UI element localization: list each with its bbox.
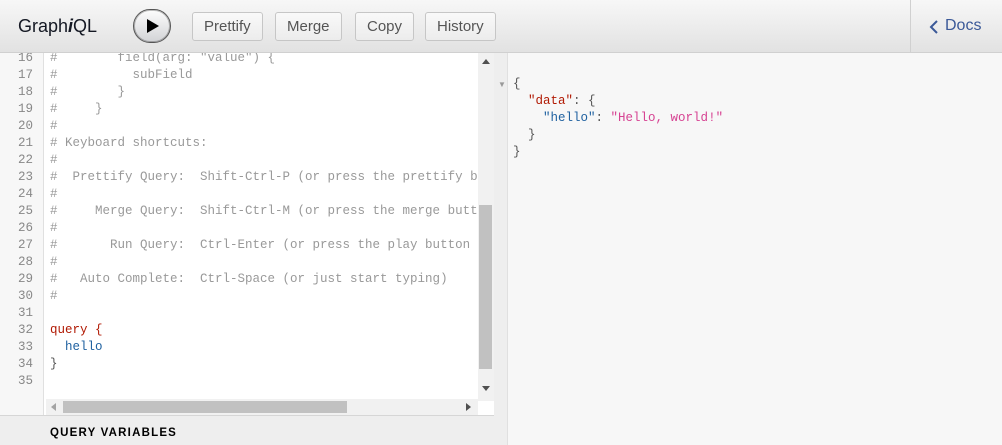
line-number: 34 (17, 357, 33, 371)
line-number: 22 (17, 153, 33, 167)
line-text: # Run Query: Ctrl-Enter (or press the pl… (50, 238, 478, 252)
vertical-scroll-thumb[interactable] (479, 205, 492, 369)
line-number: 35 (17, 374, 33, 388)
line-number: 29 (17, 272, 33, 286)
code-line[interactable]: 29 # Auto Complete: Ctrl-Space (or just s… (0, 271, 478, 288)
line-number: 27 (17, 238, 33, 252)
line-text: # subField (50, 68, 193, 82)
line-number: 18 (17, 85, 33, 99)
line-number: 28 (17, 255, 33, 269)
merge-button[interactable]: Merge (275, 12, 342, 41)
result-pane: { "data": { "hello": "Hello, world!" } } (509, 53, 1002, 445)
docs-area: Docs (910, 0, 1002, 53)
scroll-up-icon[interactable] (482, 59, 490, 64)
code-line[interactable]: 23 # Prettify Query: Shift-Ctrl-P (or pre… (0, 169, 478, 186)
editor-vertical-scrollbar[interactable] (478, 53, 494, 401)
code-line[interactable]: 25 # Merge Query: Shift-Ctrl-M (or press … (0, 203, 478, 220)
line-text: hello (50, 340, 103, 354)
code-line[interactable]: 24 # (0, 186, 478, 203)
docs-label: Docs (945, 17, 982, 34)
line-number: 32 (17, 323, 33, 337)
result-line: } (513, 145, 521, 159)
code-line[interactable]: 16 # field(arg: "value") { (0, 53, 478, 67)
line-number: 25 (17, 204, 33, 218)
copy-button[interactable]: Copy (355, 12, 415, 41)
code-line[interactable]: 32 query { (0, 322, 478, 339)
query-code[interactable]: 16 # field(arg: "value") { 17 # subField 18 #… (0, 53, 478, 401)
history-button[interactable]: History (425, 12, 496, 41)
code-line[interactable]: 20 # (0, 118, 478, 135)
line-text: # (50, 255, 58, 269)
result-line: "data": { (528, 94, 596, 108)
scroll-right-icon[interactable] (466, 403, 471, 411)
line-text: # } (50, 85, 126, 99)
code-line[interactable]: 33 hello (0, 339, 478, 356)
code-line[interactable]: 18 # } (0, 84, 478, 101)
line-text: # (50, 119, 58, 133)
line-number: 21 (17, 136, 33, 150)
line-text: # (50, 187, 58, 201)
line-number: 30 (17, 289, 33, 303)
code-line[interactable]: 21 # Keyboard shortcuts: (0, 135, 478, 152)
code-line[interactable]: 30 # (0, 288, 478, 305)
code-line[interactable]: 31 (0, 305, 478, 322)
line-text: # Merge Query: Shift-Ctrl-M (or press th… (50, 204, 478, 218)
scroll-left-icon[interactable] (51, 403, 56, 411)
code-line[interactable]: 28 # (0, 254, 478, 271)
result-line: } (528, 128, 536, 142)
line-text: # Prettify Query: Shift-Ctrl-P (or press… (50, 170, 478, 184)
code-line[interactable]: 19 # } (0, 101, 478, 118)
line-number: 19 (17, 102, 33, 116)
line-text: # (50, 221, 58, 235)
line-number: 17 (17, 68, 33, 82)
line-number: 20 (17, 119, 33, 133)
query-variables-header[interactable]: QUERY VARIABLES (0, 415, 494, 445)
result-line: "hello": "Hello, world!" (543, 111, 724, 125)
line-text: # Keyboard shortcuts: (50, 136, 208, 150)
line-number: 33 (17, 340, 33, 354)
line-number: 24 (17, 187, 33, 201)
chevron-left-icon (929, 20, 938, 34)
line-text: # field(arg: "value") { (50, 53, 276, 65)
code-line[interactable]: 22 # (0, 152, 478, 169)
app-title: GraphiQL (18, 16, 98, 36)
topbar: GraphiQL Prettify Merge Copy History Doc… (0, 0, 1002, 53)
line-text: query { (50, 323, 103, 337)
code-line[interactable]: 26 # (0, 220, 478, 237)
line-text: # Auto Complete: Ctrl-Space (or just sta… (50, 272, 448, 286)
line-number: 23 (17, 170, 33, 184)
code-line[interactable]: 34} (0, 356, 478, 373)
line-text: # (50, 289, 58, 303)
horizontal-scroll-thumb[interactable] (63, 401, 347, 413)
pane-divider[interactable] (494, 53, 508, 445)
scroll-down-icon[interactable] (482, 386, 490, 391)
prettify-button[interactable]: Prettify (192, 12, 263, 41)
execute-query-button[interactable] (133, 9, 171, 43)
line-number: 31 (17, 306, 33, 320)
play-icon (147, 19, 159, 33)
fold-arrow-icon[interactable]: ▼ (498, 80, 506, 89)
code-line[interactable]: 17 # subField (0, 67, 478, 84)
line-text: # (50, 153, 58, 167)
editor-horizontal-scrollbar[interactable] (46, 399, 478, 415)
code-line[interactable]: 35 (0, 373, 478, 390)
line-number: 16 (17, 53, 33, 65)
code-line[interactable]: 27 # Run Query: Ctrl-Enter (or press the … (0, 237, 478, 254)
result-line: { (513, 77, 521, 91)
line-text: } (50, 357, 58, 371)
line-text: # } (50, 102, 103, 116)
query-variables-label: QUERY VARIABLES (50, 427, 178, 439)
line-number: 26 (17, 221, 33, 235)
query-editor[interactable]: 16 # field(arg: "value") { 17 # subField 18 #… (0, 53, 494, 415)
